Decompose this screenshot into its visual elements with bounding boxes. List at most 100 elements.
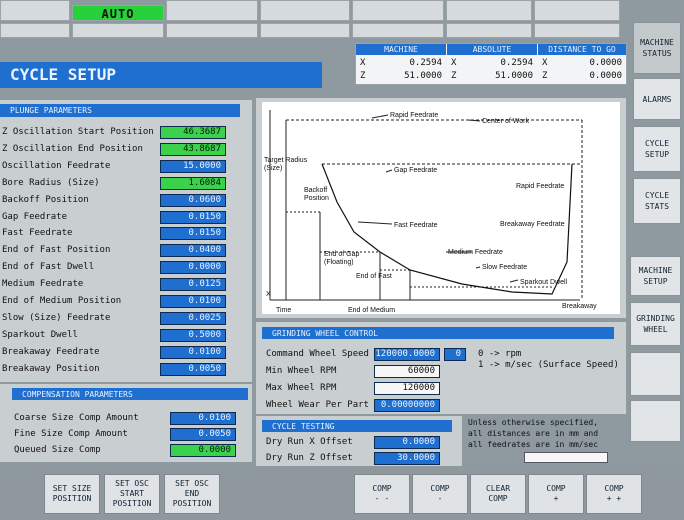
page-title: CYCLE SETUP (0, 62, 322, 88)
speed-mode-field[interactable]: 0 (444, 348, 466, 361)
status-cell (260, 23, 350, 38)
grinding-cycle-diagram: Rapid Feedrate Center of Work Target Rad… (262, 102, 620, 314)
absolute-x: 0.2594 (500, 58, 533, 68)
status-cell (446, 23, 532, 38)
parameter-label: Breakaway Position (2, 363, 100, 374)
parameter-value-field[interactable]: 0.0050 (160, 362, 226, 376)
parameter-value-field[interactable]: 15.0000 (160, 159, 226, 173)
axis-label: X (451, 58, 457, 68)
status-cell (534, 0, 620, 21)
parameter-label: Fine Size Comp Amount (14, 429, 128, 439)
plunge-header: PLUNGE PARAMETERS (0, 104, 240, 117)
axis-label: X (360, 58, 366, 68)
parameter-label: Backoff Position (2, 194, 89, 205)
parameter-value-field[interactable]: 0.0000 (160, 261, 226, 275)
comp-plus-plus-button[interactable]: COMP + + (586, 474, 642, 514)
status-cell (166, 0, 258, 21)
label-sparkout-dwell: Sparkout Dwell (520, 279, 568, 286)
parameter-value-field[interactable]: 43.8687 (160, 142, 226, 156)
parameter-value-field[interactable]: 0.0000 (170, 444, 236, 457)
set-osc-start-position-button[interactable]: SET OSC START POSITION (104, 474, 160, 514)
machine-z: 51.0000 (404, 71, 442, 81)
max-wheel-rpm-label: Max Wheel RPM (266, 383, 337, 393)
cycle-setup-button[interactable]: CYCLE SETUP (633, 126, 681, 172)
status-cell (534, 23, 620, 38)
machine-status-button[interactable]: MACHINE STATUS (633, 22, 681, 74)
grinding-wheel-header: GRINDING WHEEL CONTROL (262, 327, 614, 339)
axis-label: Z (451, 71, 457, 81)
cycle-stats-button[interactable]: CYCLE STATS (633, 178, 681, 224)
blank-side-button[interactable] (630, 400, 681, 442)
mode-indicator: AUTO (72, 5, 164, 21)
grinding-wheel-button[interactable]: GRINDING WHEEL (630, 302, 681, 346)
alarms-button[interactable]: ALARMS (633, 78, 681, 120)
wheel-wear-field[interactable]: 0.00000000 (374, 399, 440, 412)
status-cell (352, 0, 444, 21)
units-note: Unless otherwise specified, all distance… (468, 418, 599, 449)
note-input[interactable] (524, 452, 608, 463)
label-breakaway-feedrate: Breakaway Feedrate (500, 221, 565, 228)
parameter-value-field[interactable]: 0.0600 (160, 193, 226, 207)
parameter-label: Bore Radius (Size) (2, 177, 100, 188)
min-wheel-rpm-field[interactable]: 60000 (374, 365, 440, 378)
label-end-of-medium: End of Medium (348, 307, 395, 314)
parameter-value-field[interactable]: 0.0150 (160, 210, 226, 224)
label-time: Time (276, 307, 291, 314)
parameter-value-field[interactable]: 0.5000 (160, 328, 226, 342)
machine-x: 0.2594 (409, 58, 442, 68)
parameter-label: Queued Size Comp (14, 445, 101, 455)
mode-legend-surface: 1 -> m/sec (Surface Speed) (478, 360, 619, 370)
parameter-value-field[interactable]: 1.6084 (160, 176, 226, 190)
parameter-value-field[interactable]: 0.0150 (160, 227, 226, 241)
dry-run-x-field[interactable]: 0.0000 (374, 436, 440, 449)
comp-minus-minus-button[interactable]: COMP - - (354, 474, 410, 514)
dry-run-x-label: Dry Run X Offset (266, 437, 353, 447)
parameter-value-field[interactable]: 0.0050 (170, 428, 236, 441)
parameter-value-field[interactable]: 0.0100 (160, 345, 226, 359)
label-breakaway: Breakaway (562, 303, 597, 310)
status-cell (72, 23, 164, 38)
label-center-of-work: Center of Work (482, 118, 529, 125)
parameter-value-field[interactable]: 0.0400 (160, 244, 226, 258)
parameter-value-field[interactable]: 0.0100 (160, 295, 226, 308)
set-size-position-button[interactable]: SET SIZE POSITION (44, 474, 100, 514)
compensation-header: COMPENSATION PARAMETERS (12, 388, 248, 400)
parameter-label: Oscillation Feedrate (2, 160, 111, 171)
parameter-value-field[interactable]: 0.0125 (160, 278, 226, 292)
label-rapid-feedrate: Rapid Feedrate (390, 112, 438, 119)
min-wheel-rpm-label: Min Wheel RPM (266, 366, 337, 376)
machine-setup-button[interactable]: MACHINE SETUP (630, 256, 681, 296)
parameter-label: Gap Feedrate (2, 211, 68, 222)
max-wheel-rpm-field[interactable]: 120000 (374, 382, 440, 395)
parameter-label: Medium Feedrate (2, 279, 84, 290)
status-cell (0, 0, 70, 21)
absolute-z: 51.0000 (495, 71, 533, 81)
position-header-absolute: ABSOLUTE (447, 44, 537, 55)
dry-run-z-label: Dry Run Z Offset (266, 453, 353, 463)
label-gap-feedrate: Gap Feedrate (394, 167, 437, 174)
label-x-axis: X (266, 291, 271, 298)
parameter-value-field[interactable]: 0.0100 (170, 412, 236, 425)
status-cell (0, 23, 70, 38)
cycle-testing-header: CYCLE TESTING (262, 420, 452, 432)
distance-z: 0.0000 (589, 71, 622, 81)
set-osc-end-position-button[interactable]: SET OSC END POSITION (164, 474, 220, 514)
command-wheel-speed-field[interactable]: 120000.0000 (374, 348, 440, 361)
label-slow-feedrate: Slow Feedrate (482, 264, 527, 271)
status-cell (446, 0, 532, 21)
parameter-value-field[interactable]: 0.0025 (160, 311, 226, 325)
parameter-label: Coarse Size Comp Amount (14, 413, 139, 423)
dry-run-z-field[interactable]: 30.0000 (374, 452, 440, 465)
comp-minus-button[interactable]: COMP - (412, 474, 468, 514)
position-display: MACHINE ABSOLUTE DISTANCE TO GO X 0.2594… (355, 43, 627, 85)
parameter-label: Slow (Size) Feedrate (2, 312, 111, 323)
axis-label: X (542, 58, 548, 68)
comp-plus-button[interactable]: COMP + (528, 474, 584, 514)
parameter-value-field[interactable]: 46.3687 (160, 126, 226, 139)
clear-comp-button[interactable]: CLEAR COMP (470, 474, 526, 514)
blank-side-button[interactable] (630, 352, 681, 396)
parameter-label: Z Oscillation Start Position (2, 127, 154, 137)
parameter-label: Z Oscillation End Position (2, 143, 143, 154)
label-backoff-position: Backoff Position (304, 187, 329, 202)
parameter-label: Fast Feedrate (2, 228, 73, 239)
